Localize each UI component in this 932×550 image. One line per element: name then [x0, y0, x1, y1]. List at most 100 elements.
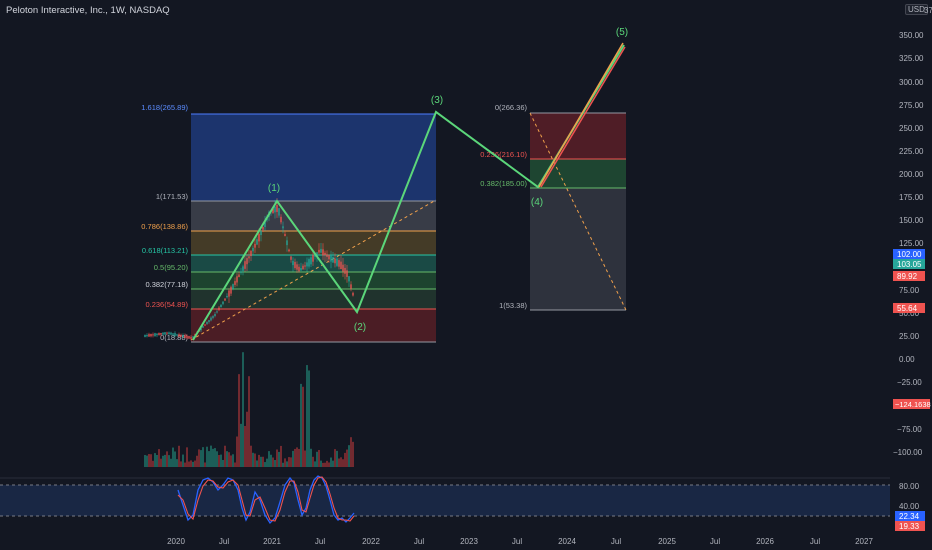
candle	[252, 247, 254, 252]
time-tick-label: Jul	[810, 537, 820, 546]
volume-bar	[338, 458, 340, 467]
candle	[278, 208, 280, 216]
price-tick-label: 125.00	[899, 239, 924, 248]
volume-bar	[326, 460, 328, 467]
fib-level-label: 0.5(95.20)	[154, 263, 189, 272]
volume-bar	[296, 447, 298, 467]
volume-bar	[336, 450, 338, 467]
volume-bar	[282, 462, 284, 467]
volume-bar	[208, 451, 210, 467]
price-tick-label: 25.00	[899, 332, 920, 341]
candle	[290, 256, 292, 260]
candle	[292, 260, 294, 266]
stochastic-pane[interactable]: 80.00 40.00 22.34 19.33	[0, 475, 925, 531]
candle	[162, 332, 164, 335]
stoch-axis-label: 80.00	[899, 482, 920, 491]
volume-bar	[202, 447, 204, 467]
volume-bar	[160, 458, 162, 467]
chart-canvas[interactable]: 350.00 325.00 300.00 275.00 250.00 225.0…	[0, 0, 932, 550]
price-badge-label: 55.64	[897, 304, 918, 313]
candle	[342, 264, 344, 272]
time-tick-label: 2026	[756, 537, 774, 546]
candle	[254, 243, 256, 248]
volume-bar	[310, 448, 312, 467]
candle	[320, 248, 322, 253]
volume-bar	[204, 462, 206, 467]
volume-bar	[300, 383, 302, 467]
time-tick-label: 2021	[263, 537, 281, 546]
volume-bar	[250, 445, 252, 467]
candle	[326, 254, 328, 257]
volume-bar	[244, 425, 246, 467]
candle	[216, 311, 218, 313]
candle	[234, 281, 236, 285]
volume-bar	[190, 460, 192, 467]
time-tick-label: Jul	[414, 537, 424, 546]
volume-bar	[298, 448, 300, 467]
volume-bar	[182, 454, 184, 467]
candle	[336, 258, 338, 266]
volume-bar	[162, 455, 164, 467]
volume-bar	[196, 455, 198, 467]
volume-bar	[200, 450, 202, 467]
volume-bar	[344, 452, 346, 467]
candle	[296, 264, 298, 270]
price-tick-label: 275.00	[899, 101, 924, 110]
candle	[182, 335, 184, 338]
volume-bar	[346, 449, 348, 467]
candle	[154, 333, 156, 337]
candle	[208, 320, 210, 322]
candle	[258, 233, 260, 242]
volume-bar	[242, 352, 244, 467]
price-badge-label: 89.92	[897, 272, 918, 281]
volume-bar	[328, 462, 330, 467]
candle	[348, 276, 350, 282]
time-axis[interactable]: 2020 Jul 2021 Jul 2022 Jul 2023 Jul 2024…	[167, 537, 873, 546]
fib-retracement-2[interactable]: 0(266.36) 0.236(216.10) 0.382(185.00) 1(…	[480, 103, 627, 311]
candle	[214, 313, 216, 317]
candle	[328, 255, 330, 260]
stoch-axis-label: 40.00	[899, 502, 920, 511]
candle	[148, 334, 150, 337]
volume-bar	[154, 453, 156, 467]
candle	[222, 301, 224, 304]
price-tick-label: 300.00	[899, 78, 924, 87]
volume-bar	[234, 462, 236, 467]
candle	[288, 249, 290, 252]
candle	[164, 332, 166, 335]
volume-bar	[272, 457, 274, 467]
volume-bar	[286, 461, 288, 467]
volume-bar	[186, 447, 188, 467]
fib-zone	[191, 272, 436, 289]
fib-level-label: 1(171.53)	[156, 192, 189, 201]
candle	[242, 266, 244, 271]
volume-bar	[184, 462, 186, 467]
time-tick-label: 2024	[558, 537, 576, 546]
volume-bar	[256, 460, 258, 467]
candle	[318, 249, 320, 253]
stoch-badge-label: 22.34	[899, 512, 920, 521]
volume-bar	[232, 454, 234, 467]
price-axis[interactable]: 350.00 325.00 300.00 275.00 250.00 225.0…	[893, 31, 931, 457]
time-tick-label: 2027	[855, 537, 873, 546]
candle	[332, 256, 334, 263]
volume-bar	[288, 457, 290, 467]
volume-bar	[306, 365, 308, 467]
candle	[350, 284, 352, 289]
price-tick-label: −100.00	[893, 448, 923, 457]
candle	[238, 274, 240, 278]
candle	[160, 333, 162, 335]
candle	[166, 332, 168, 334]
volume-bar	[260, 456, 262, 467]
volume-bar	[158, 449, 160, 467]
volume-bar	[334, 449, 336, 467]
candle	[230, 286, 232, 294]
candle	[244, 261, 246, 269]
candle	[340, 261, 342, 270]
candle	[150, 333, 152, 337]
candle	[210, 317, 212, 321]
volume-bar	[318, 449, 320, 467]
volume-bar	[302, 386, 304, 467]
candle	[346, 270, 348, 277]
candle	[260, 230, 262, 236]
